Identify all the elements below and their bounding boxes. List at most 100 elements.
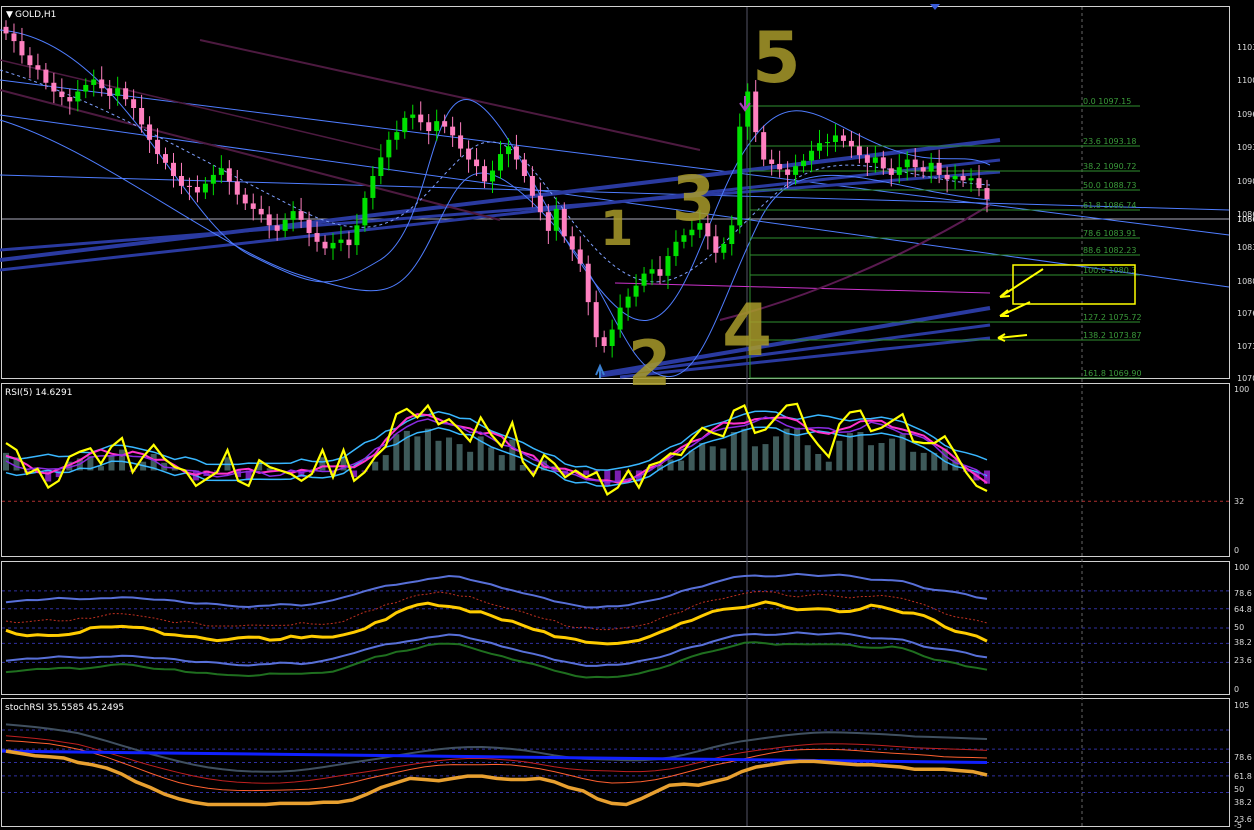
rsi-histogram-bar [773, 436, 780, 471]
rsi-histogram-bar [498, 455, 505, 471]
candle-body [617, 307, 623, 330]
rsi-histogram-bar [699, 443, 706, 471]
candle-body [880, 157, 886, 169]
candle-body [115, 88, 121, 96]
rsi-histogram-bar [372, 461, 379, 471]
candle-body [163, 154, 169, 163]
candle-body [577, 249, 583, 264]
candle-body [123, 88, 129, 100]
candle-body [75, 91, 81, 102]
candle-body [226, 168, 232, 182]
candle-body [170, 162, 176, 176]
rsi-histogram-bar [467, 451, 474, 471]
chart-title-arrow[interactable]: ▼ [6, 10, 13, 20]
rsi-histogram-bar [424, 428, 431, 471]
candle-body [370, 176, 376, 198]
candle-body [394, 132, 400, 140]
candle-body [864, 155, 870, 163]
candle-body [43, 69, 49, 83]
candle-body [466, 148, 472, 160]
candle-body [266, 214, 272, 226]
fib-label: 138.2 1073.87 [1083, 331, 1142, 340]
osc-axis-label: 100 [1234, 563, 1249, 572]
rsi-histogram-bar [889, 438, 896, 471]
stochrsi-label: stochRSI 35.5585 45.2495 [5, 703, 124, 713]
chart-title: GOLD,H1 [15, 10, 56, 20]
candle-body [521, 159, 527, 176]
candle-body [27, 55, 33, 66]
candle-body [872, 157, 878, 163]
fib-label: 38.2 1090.72 [1083, 162, 1136, 171]
candle-body [418, 114, 424, 123]
rsi-histogram-bar [899, 434, 906, 471]
candle-body [545, 212, 551, 231]
price-axis-label: 1093. [1237, 143, 1254, 152]
rsi-histogram-bar [393, 434, 400, 471]
rsi-histogram-bar [446, 437, 453, 471]
candle-body [936, 162, 942, 175]
candle-body [59, 91, 65, 98]
candle-body [306, 219, 312, 234]
candle-body [769, 159, 775, 164]
price-axis-label: 1080. [1237, 277, 1254, 286]
rsi-histogram-bar [794, 427, 801, 471]
rsi-histogram-bar [488, 447, 495, 471]
wave-label: 3 [672, 162, 715, 235]
candle-body [944, 174, 950, 180]
candle-body [242, 194, 248, 204]
candle-body [609, 329, 615, 346]
candle-body [250, 203, 256, 209]
rsi-histogram-bar [783, 428, 790, 471]
candle-body [840, 135, 846, 141]
candle-body [537, 195, 543, 213]
rsi-histogram-bar [414, 436, 421, 471]
candle-body [888, 168, 894, 175]
candle-body [593, 302, 599, 338]
candle-body [928, 162, 934, 172]
candle-body [513, 146, 519, 160]
candle-body [218, 168, 224, 175]
rsi-label: RSI(5) 14.6291 [5, 388, 72, 398]
rsi-histogram-bar [730, 432, 737, 471]
candle-body [434, 121, 440, 132]
candle-body [785, 169, 791, 175]
osc-axis-label: 0 [1234, 685, 1239, 694]
candle-body [681, 235, 687, 242]
candle-body [482, 166, 488, 182]
candle-body [912, 159, 918, 168]
candle-body [402, 117, 408, 133]
candle-body [809, 150, 815, 161]
rsi-histogram-bar [678, 460, 685, 471]
candle-body [737, 126, 743, 226]
stoch-axis-label: 50 [1234, 785, 1244, 794]
rsi-histogram-bar [846, 433, 853, 471]
candle-body [569, 236, 575, 250]
stoch-axis-label: 78.6 [1234, 753, 1252, 762]
candle-body [657, 269, 663, 276]
candle-body [131, 99, 137, 108]
rsi-histogram-bar [97, 466, 104, 471]
wave-label: 1 [600, 201, 633, 257]
candle-body [107, 88, 113, 96]
rsi-histogram-bar [762, 444, 769, 471]
rsi-histogram-bar [319, 457, 326, 471]
candle-body [258, 208, 264, 215]
candle-body [793, 166, 799, 175]
price-axis-label: 1090. [1237, 177, 1254, 186]
candle-body [11, 33, 17, 42]
rsi-histogram-bar [920, 452, 927, 471]
candle-body [801, 160, 807, 167]
fib-label: 100.0 1080.3 [1083, 266, 1136, 275]
candle-body [817, 143, 823, 151]
candle-body [777, 163, 783, 170]
candle-body [824, 142, 830, 144]
candle-body [832, 135, 838, 142]
price-axis-label: 1070. [1237, 374, 1254, 383]
candle-body [960, 176, 966, 181]
candle-body [322, 241, 328, 249]
price-axis-label: 1076. [1237, 309, 1254, 318]
candle-body [426, 122, 432, 132]
rsi-histogram-bar [878, 443, 885, 471]
candle-body [314, 233, 320, 242]
candle-body [290, 211, 296, 220]
